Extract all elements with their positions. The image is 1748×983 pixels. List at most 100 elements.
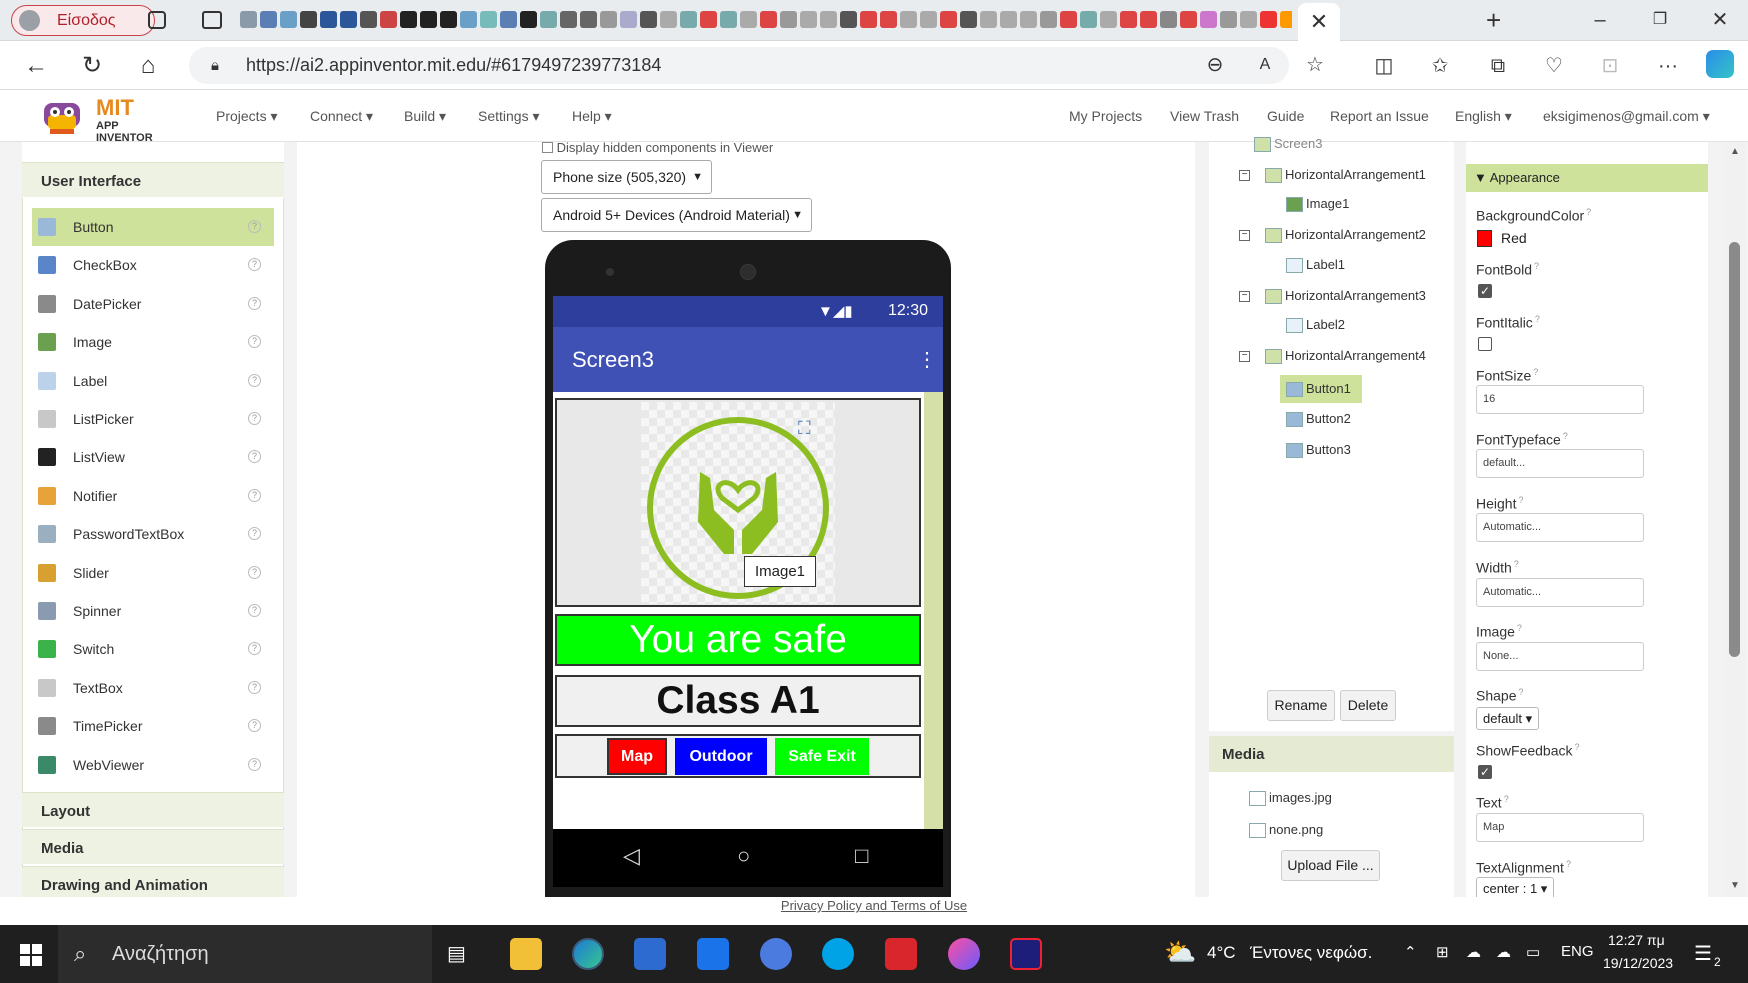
acrobat-icon[interactable] [885, 938, 917, 970]
horizontal-arrangement-4[interactable]: Map Outdoor Safe Exit [555, 734, 921, 778]
tray-display-icon[interactable]: ▭ [1526, 943, 1540, 961]
restore-icon[interactable]: ❐ [1640, 6, 1680, 34]
app-icon[interactable] [1010, 938, 1042, 970]
help-icon[interactable]: ? [1534, 261, 1539, 271]
pinned-tab-favicon[interactable] [1120, 11, 1137, 28]
pinned-tab-favicon[interactable] [1020, 11, 1037, 28]
pinned-tab-favicon[interactable] [400, 11, 417, 28]
pinned-tab-favicon[interactable] [920, 11, 937, 28]
pinned-tab-favicon[interactable] [960, 11, 977, 28]
tree-node-button3[interactable]: Button3 [1286, 438, 1351, 462]
button2-outdoor[interactable]: Outdoor [675, 738, 767, 775]
pinned-tab-favicon[interactable] [1000, 11, 1017, 28]
tree-node-image1[interactable]: Image1 [1286, 192, 1349, 216]
active-tab-close-icon[interactable]: ✕ [1298, 3, 1340, 41]
tray-chevron-icon[interactable]: ⌃ [1404, 943, 1417, 961]
media-file-none[interactable]: none.png [1249, 818, 1323, 842]
help-icon[interactable]: ? [248, 296, 261, 310]
button3-safe-exit[interactable]: Safe Exit [775, 738, 869, 775]
page-scrollbar[interactable]: ▲ ▼ [1724, 142, 1746, 897]
pinned-tab-favicon[interactable] [1220, 11, 1237, 28]
pinned-tab-favicon[interactable] [760, 11, 777, 28]
weather-icon[interactable]: ⛅ [1164, 937, 1196, 968]
pinned-tab-favicon[interactable] [840, 11, 857, 28]
fontitalic-checkbox[interactable] [1478, 337, 1492, 351]
help-icon[interactable]: ? [248, 335, 261, 349]
media-file-images[interactable]: images.jpg [1249, 786, 1332, 810]
home-icon[interactable]: ⌂ [133, 51, 163, 81]
onedrive-icon[interactable]: ☁ [1496, 943, 1511, 961]
hidden-components-row[interactable]: Display hidden components in Viewer [542, 141, 773, 154]
profile-button[interactable]: Είσοδος [11, 5, 155, 36]
pinned-tab-favicon[interactable] [640, 11, 657, 28]
fonttypeface-input[interactable]: default... [1476, 449, 1644, 478]
scrollbar-thumb[interactable] [1729, 242, 1740, 657]
skype-icon[interactable] [822, 938, 854, 970]
theme-select[interactable]: Android 5+ Devices (Android Material) ▼ [541, 198, 812, 232]
palette-item-slider[interactable]: Slider? [32, 554, 274, 592]
menu-settings[interactable]: Settings ▾ [478, 108, 540, 125]
fullscreen-icon[interactable]: ⛶ [798, 418, 811, 439]
new-tab-icon[interactable]: + [1486, 6, 1501, 34]
tree-root-screen[interactable]: Screen3 [1254, 132, 1322, 156]
palette-section-layout[interactable]: Layout [22, 792, 284, 827]
help-icon[interactable]: ? [248, 258, 261, 272]
help-icon[interactable]: ? [248, 565, 261, 579]
task-view-icon[interactable]: ▤ [447, 941, 466, 966]
palette-item-listpicker[interactable]: ListPicker? [32, 400, 274, 438]
palette-item-timepicker[interactable]: TimePicker? [32, 707, 274, 745]
hidden-components-checkbox[interactable] [542, 142, 553, 153]
image-input[interactable]: None... [1476, 642, 1644, 671]
close-window-icon[interactable]: ✕ [1700, 6, 1740, 34]
pinned-tab-favicon[interactable] [880, 11, 897, 28]
collections-icon[interactable]: ⧉ [1484, 53, 1512, 79]
back-icon[interactable]: ← [21, 51, 51, 81]
pinned-tab-favicon[interactable] [240, 11, 257, 28]
mail-icon[interactable] [697, 938, 729, 970]
palette-item-switch[interactable]: Switch? [32, 630, 274, 668]
refresh-icon[interactable]: ↻ [77, 51, 107, 81]
palette-item-webviewer[interactable]: WebViewer? [32, 746, 274, 784]
pinned-tab-favicon[interactable] [1240, 11, 1257, 28]
edge-icon[interactable] [572, 938, 604, 970]
pinned-tab-favicon[interactable] [360, 11, 377, 28]
pinned-tab-favicon[interactable] [820, 11, 837, 28]
tree-node-button1[interactable]: Button1 [1280, 375, 1362, 403]
menu-help[interactable]: Help ▾ [572, 108, 612, 125]
text-input[interactable]: Map [1476, 813, 1644, 842]
help-icon[interactable]: ? [1535, 314, 1540, 324]
link-guide[interactable]: Guide [1267, 108, 1304, 124]
link-view-trash[interactable]: View Trash [1170, 108, 1239, 124]
pinned-tab-favicon[interactable] [1040, 11, 1057, 28]
help-icon[interactable]: ? [1504, 794, 1509, 804]
help-icon[interactable]: ? [248, 220, 261, 233]
url-field[interactable]: 🔒︎ https://ai2.appinventor.mit.edu/#6179… [189, 47, 1324, 84]
notifications-icon[interactable]: ☰ [1694, 941, 1712, 966]
help-icon[interactable]: ? [248, 527, 261, 541]
palette-item-image[interactable]: Image? [32, 323, 274, 361]
shape-select[interactable]: default ▾ [1476, 707, 1540, 730]
palette-item-textbox[interactable]: TextBox? [32, 669, 274, 707]
taskbar-search[interactable]: ⌕ Αναζήτηση [58, 925, 432, 983]
workspaces-icon[interactable] [148, 11, 166, 29]
language-indicator[interactable]: ENG [1561, 943, 1594, 960]
browser-essentials-icon[interactable]: ♡ [1540, 53, 1568, 79]
palette-item-listview[interactable]: ListView? [32, 438, 274, 476]
clock-time[interactable]: 12:27 πμ [1608, 932, 1665, 948]
help-icon[interactable]: ? [248, 373, 261, 387]
help-icon[interactable]: ? [248, 450, 261, 464]
privacy-link[interactable]: Privacy Policy and Terms of Use [0, 897, 1748, 925]
pinned-tab-favicon[interactable] [340, 11, 357, 28]
upload-file-button[interactable]: Upload File ... [1281, 850, 1380, 881]
pinned-tab-favicon[interactable] [1140, 11, 1157, 28]
scroll-up-icon[interactable]: ▲ [1730, 146, 1740, 157]
help-icon[interactable]: ? [1566, 859, 1571, 869]
tree-node-ha2[interactable]: HorizontalArrangement2 [1265, 223, 1426, 247]
read-aloud-icon[interactable]: A [1251, 52, 1279, 78]
favorites-icon[interactable]: ✩ [1426, 53, 1454, 79]
split-screen-icon[interactable]: ◫ [1370, 53, 1398, 79]
help-icon[interactable]: ? [248, 604, 261, 617]
tree-node-ha4[interactable]: HorizontalArrangement4 [1265, 344, 1426, 368]
palette-item-notifier[interactable]: Notifier? [32, 477, 274, 515]
pinned-tab-favicon[interactable] [460, 11, 477, 28]
